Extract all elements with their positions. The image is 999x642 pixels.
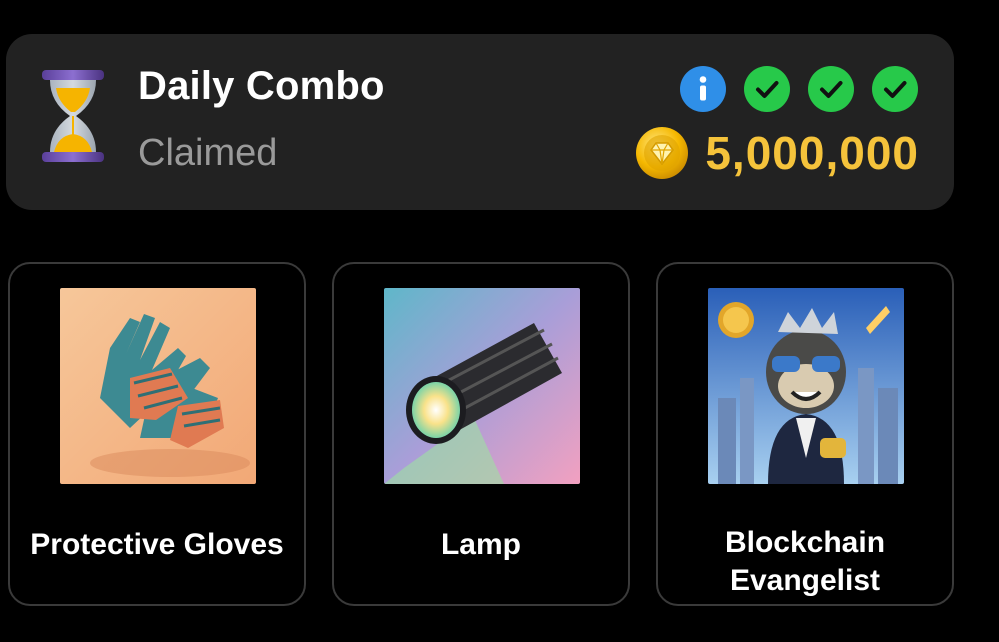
- daily-combo-panel: [6, 34, 954, 210]
- combo-card-blockchain-evangelist[interactable]: Blockchain Evangelist: [656, 262, 954, 606]
- card-name: Lamp: [440, 528, 521, 561]
- check-icon: [744, 66, 790, 112]
- reward: 5,000,000: [635, 124, 919, 182]
- check-icon: [808, 66, 854, 112]
- combo-card-lamp[interactable]: Lamp: [332, 262, 630, 606]
- card-name: Protective Gloves: [30, 528, 284, 561]
- reward-amount: 5,000,000: [705, 127, 919, 179]
- combo-title: Daily Combo: [138, 64, 385, 108]
- check-icon: [872, 66, 918, 112]
- hourglass-icon: [42, 70, 104, 162]
- blockchain-evangelist-image: [708, 288, 904, 484]
- combo-status: Claimed: [138, 132, 278, 174]
- coin-icon: [636, 127, 689, 179]
- lamp-image: [384, 288, 580, 484]
- combo-progress: [680, 66, 918, 112]
- protective-gloves-image: [60, 288, 256, 484]
- combo-cards: Protective Gloves Lamp Blockchain Evange…: [8, 262, 956, 608]
- card-name: Blockchain Evangelist: [724, 526, 886, 597]
- combo-card-protective-gloves[interactable]: Protective Gloves: [8, 262, 306, 606]
- info-icon[interactable]: [680, 66, 726, 112]
